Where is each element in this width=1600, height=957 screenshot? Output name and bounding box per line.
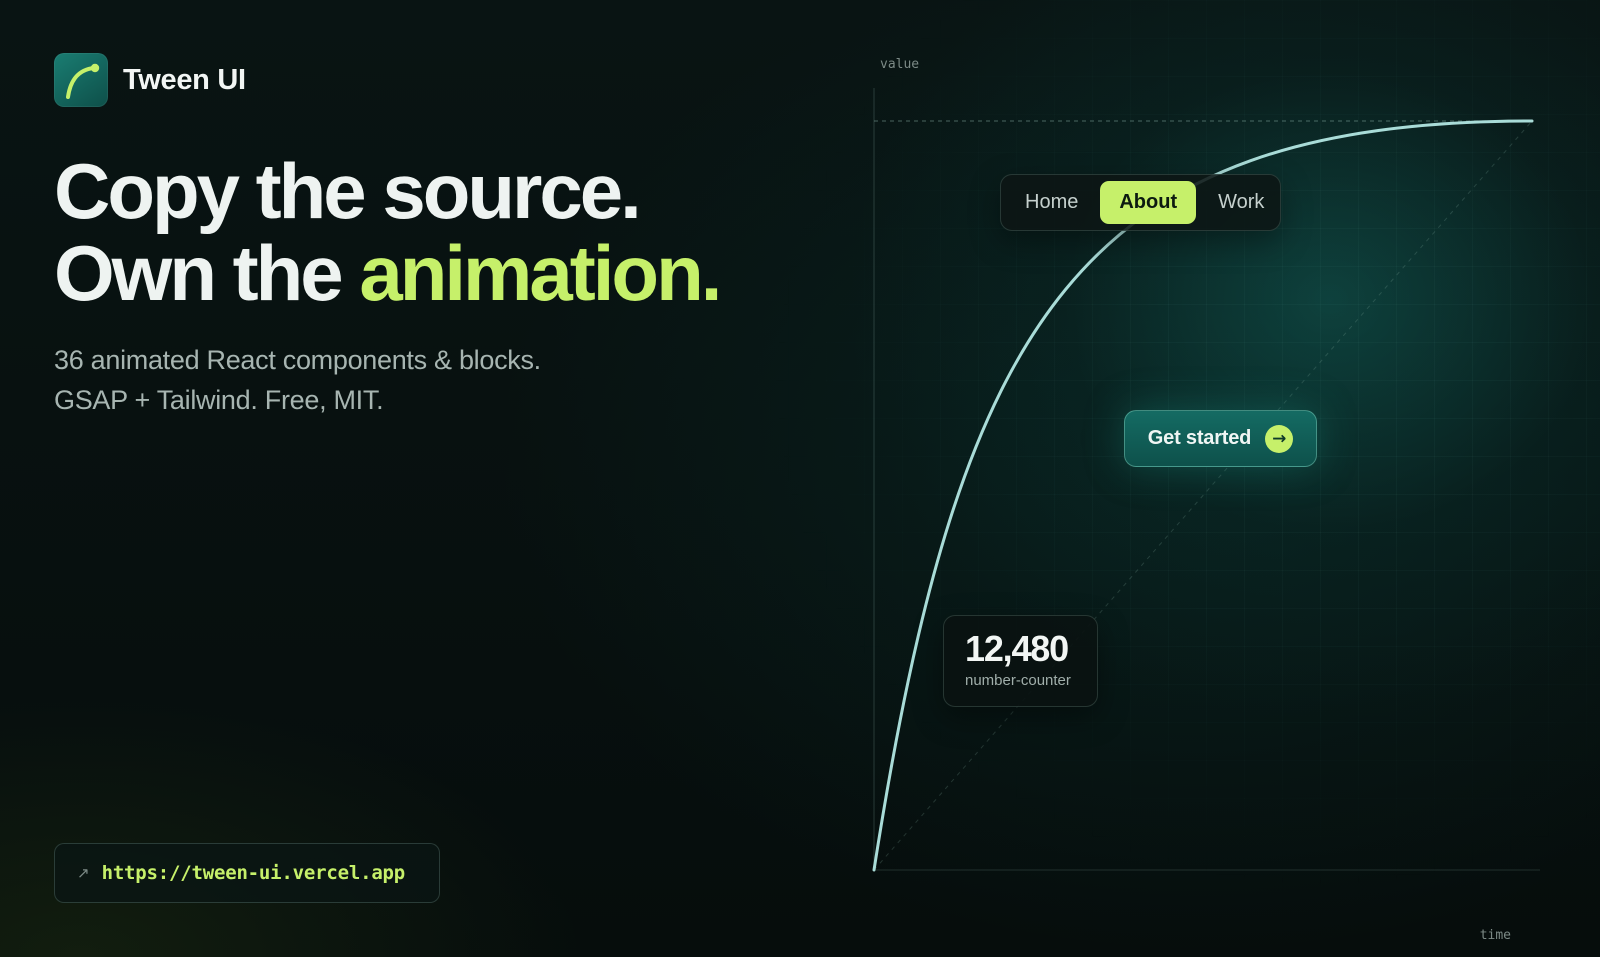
get-started-label: Get started [1147, 427, 1252, 449]
counter-label: number-counter [965, 672, 1071, 689]
nav-pill-demo: Home About Work [1000, 174, 1281, 231]
hero-title-line2-prefix: Own the [54, 229, 360, 317]
easing-chart: value time [872, 57, 1540, 943]
hero-subtitle-line2: GSAP + Tailwind. Free, MIT. [54, 385, 384, 415]
site-url-link[interactable]: ↗ https://tween-ui.vercel.app [54, 843, 440, 903]
x-axis-label: time [1480, 928, 1511, 943]
brand-logo[interactable]: Tween UI [54, 53, 246, 107]
y-axis-label: value [880, 57, 919, 72]
hero-title-accent: animation. [359, 229, 722, 317]
hero-subtitle: 36 animated React components & blocks. G… [54, 340, 541, 420]
linear-reference-line [873, 120, 1533, 871]
curve-icon [54, 53, 108, 107]
hero-title: Copy the source. Own the animation. [54, 147, 722, 317]
nav-item-about[interactable]: About [1100, 181, 1197, 224]
hero-title-line1: Copy the source. [54, 147, 642, 235]
hero-subtitle-line1: 36 animated React components & blocks. [54, 345, 541, 375]
nav-item-home[interactable]: Home [1007, 181, 1096, 224]
site-url-text: https://tween-ui.vercel.app [101, 862, 406, 884]
number-counter-card: 12,480 number-counter [943, 615, 1098, 707]
nav-item-work[interactable]: Work [1200, 181, 1282, 224]
counter-value: 12,480 [965, 628, 1069, 669]
get-started-button[interactable]: Get started → [1124, 410, 1317, 467]
brand-name: Tween UI [123, 63, 246, 96]
arrow-up-right-icon: ↗ [77, 864, 90, 882]
arrow-right-icon: → [1265, 424, 1294, 453]
landing-page: value time Tween UI Copy the source. Own… [0, 0, 1600, 957]
